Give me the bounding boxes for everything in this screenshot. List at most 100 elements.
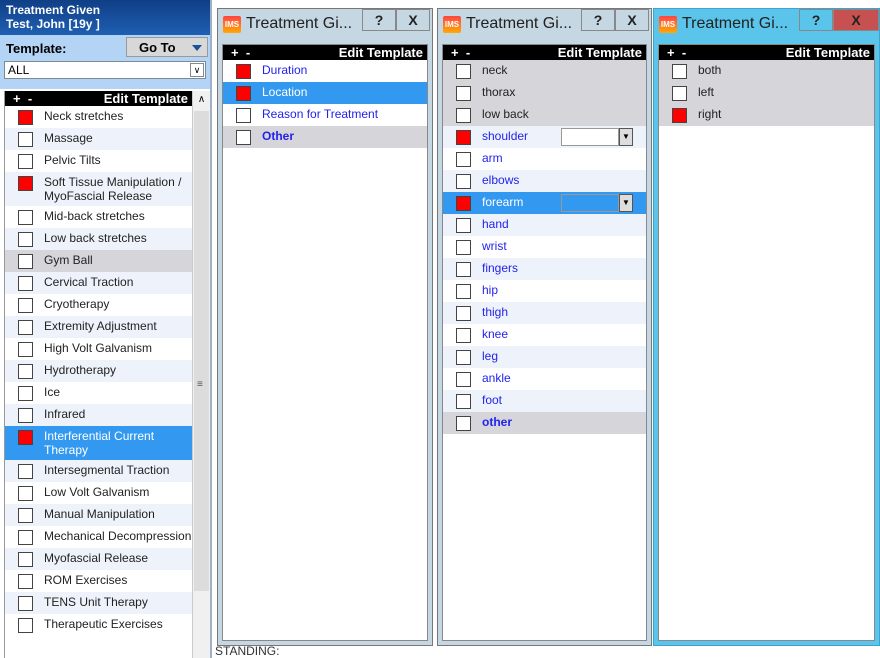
checkbox[interactable]	[672, 86, 687, 101]
go-to-button[interactable]: Go To	[126, 37, 208, 57]
list-item[interactable]: low back	[443, 104, 646, 126]
list-item[interactable]: thigh	[443, 302, 646, 324]
list-item[interactable]: right	[659, 104, 874, 126]
list-item[interactable]: Soft Tissue Manipulation / MyoFascial Re…	[5, 172, 192, 206]
checkbox[interactable]	[18, 210, 33, 225]
value-dropdown[interactable]	[561, 194, 619, 212]
checkbox[interactable]	[672, 108, 687, 123]
scroll-up-icon[interactable]: ∧	[193, 91, 210, 108]
close-button[interactable]: X	[615, 9, 649, 31]
dropdown-arrow-icon[interactable]: ▼	[619, 194, 633, 212]
edit-template-button[interactable]: Edit Template	[104, 91, 188, 106]
list-item[interactable]: foot	[443, 390, 646, 412]
checkbox[interactable]	[236, 130, 251, 145]
list-item[interactable]: Therapeutic Exercises	[5, 614, 192, 636]
list-item[interactable]: High Volt Galvanism	[5, 338, 192, 360]
list-item[interactable]: Cryotherapy	[5, 294, 192, 316]
list-item[interactable]: Mechanical Decompression	[5, 526, 192, 548]
checkbox[interactable]	[18, 154, 33, 169]
list-item[interactable]: Interferential Current Therapy	[5, 426, 192, 460]
chevron-down-icon[interactable]: ∨	[190, 63, 204, 77]
close-button[interactable]: X	[833, 9, 879, 31]
list-item[interactable]: other	[443, 412, 646, 434]
expand-collapse-buttons[interactable]: + -	[667, 45, 686, 60]
minus-button[interactable]: -	[28, 91, 32, 106]
help-button[interactable]: ?	[362, 9, 396, 31]
checkbox[interactable]	[18, 574, 33, 589]
checkbox[interactable]	[456, 152, 471, 167]
checkbox[interactable]	[456, 350, 471, 365]
checkbox[interactable]	[456, 174, 471, 189]
close-button[interactable]: X	[396, 9, 430, 31]
checkbox[interactable]	[18, 342, 33, 357]
edit-template-button[interactable]: Edit Template	[339, 45, 423, 60]
checkbox[interactable]	[18, 364, 33, 379]
checkbox[interactable]	[672, 64, 687, 79]
list-item[interactable]: leg	[443, 346, 646, 368]
list-item[interactable]: shoulder ▼	[443, 126, 646, 148]
checkbox[interactable]	[456, 284, 471, 299]
list-item[interactable]: both	[659, 60, 874, 82]
checkbox[interactable]	[456, 394, 471, 409]
edit-template-button[interactable]: Edit Template	[558, 45, 642, 60]
list-item[interactable]: Other	[223, 126, 427, 148]
checkbox[interactable]	[18, 530, 33, 545]
list-item[interactable]: Extremity Adjustment	[5, 316, 192, 338]
list-item[interactable]: Duration	[223, 60, 427, 82]
expand-collapse-buttons[interactable]: + -	[451, 45, 470, 60]
checkbox[interactable]	[236, 108, 251, 123]
minus-button[interactable]: -	[682, 45, 686, 60]
checkbox[interactable]	[456, 108, 471, 123]
list-item[interactable]: Hydrotherapy	[5, 360, 192, 382]
list-item[interactable]: hand	[443, 214, 646, 236]
checkbox[interactable]	[18, 320, 33, 335]
checkbox[interactable]	[18, 508, 33, 523]
list-item[interactable]: Cervical Traction	[5, 272, 192, 294]
checkbox[interactable]	[18, 596, 33, 611]
help-button[interactable]: ?	[581, 9, 615, 31]
checkbox[interactable]	[18, 110, 33, 125]
list-item[interactable]: left	[659, 82, 874, 104]
checkbox[interactable]	[18, 552, 33, 567]
minus-button[interactable]: -	[246, 45, 250, 60]
checkbox[interactable]	[456, 328, 471, 343]
checkbox[interactable]	[18, 464, 33, 479]
plus-button[interactable]: +	[231, 45, 239, 60]
checkbox[interactable]	[18, 176, 33, 191]
window-title-bar[interactable]: IMS Treatment Gi... ? X	[654, 9, 879, 39]
list-item[interactable]: thorax	[443, 82, 646, 104]
list-item[interactable]: fingers	[443, 258, 646, 280]
checkbox[interactable]	[18, 618, 33, 633]
checkbox[interactable]	[18, 254, 33, 269]
scrollbar-thumb[interactable]: ≡	[194, 111, 209, 591]
list-item[interactable]: Massage	[5, 128, 192, 150]
checkbox[interactable]	[456, 218, 471, 233]
list-item[interactable]: hip	[443, 280, 646, 302]
checkbox[interactable]	[18, 132, 33, 147]
list-item[interactable]: forearm ▼	[443, 192, 646, 214]
list-item[interactable]: neck	[443, 60, 646, 82]
checkbox[interactable]	[456, 240, 471, 255]
list-item[interactable]: ROM Exercises	[5, 570, 192, 592]
list-item[interactable]: Manual Manipulation	[5, 504, 192, 526]
minus-button[interactable]: -	[466, 45, 470, 60]
list-item[interactable]: ankle	[443, 368, 646, 390]
list-item[interactable]: Infrared	[5, 404, 192, 426]
list-item[interactable]: Gym Ball	[5, 250, 192, 272]
plus-button[interactable]: +	[451, 45, 459, 60]
checkbox[interactable]	[236, 64, 251, 79]
checkbox[interactable]	[456, 372, 471, 387]
list-item[interactable]: knee	[443, 324, 646, 346]
plus-button[interactable]: +	[13, 91, 21, 106]
expand-collapse-buttons[interactable]: + -	[231, 45, 250, 60]
edit-template-button[interactable]: Edit Template	[786, 45, 870, 60]
checkbox[interactable]	[236, 86, 251, 101]
list-item[interactable]: arm	[443, 148, 646, 170]
checkbox[interactable]	[456, 64, 471, 79]
list-item[interactable]: Pelvic Tilts	[5, 150, 192, 172]
checkbox[interactable]	[456, 86, 471, 101]
list-item[interactable]: TENS Unit Therapy	[5, 592, 192, 614]
checkbox[interactable]	[18, 386, 33, 401]
list-item[interactable]: Neck stretches	[5, 106, 192, 128]
dropdown-arrow-icon[interactable]: ▼	[619, 128, 633, 146]
